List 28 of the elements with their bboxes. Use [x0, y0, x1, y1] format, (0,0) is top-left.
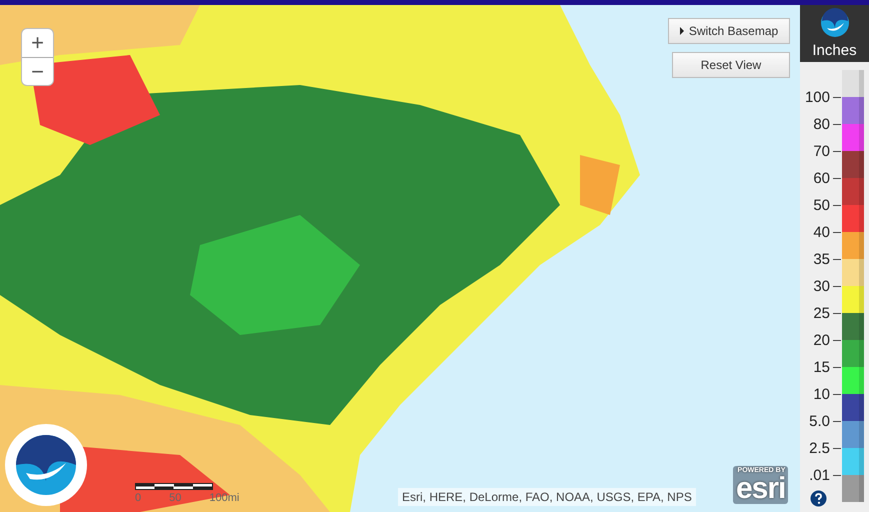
legend-label: 5.0 — [808, 412, 830, 432]
map-attribution: Esri, HERE, DeLorme, FAO, NOAA, USGS, EPA, NPS — [398, 488, 696, 506]
legend-label: 2.5 — [808, 439, 830, 459]
scale-label: 50 — [169, 492, 182, 504]
legend-unit: Inches — [812, 42, 857, 60]
esri-logo: esri — [736, 475, 786, 503]
scale-label: 100mi — [209, 492, 240, 504]
scale-label: 0 — [135, 492, 142, 504]
zoom-in-button[interactable]: + — [22, 29, 53, 57]
noaa-logo-icon — [820, 8, 850, 38]
switch-basemap-button[interactable]: Switch Basemap — [668, 18, 790, 44]
reset-view-button[interactable]: Reset View — [672, 52, 790, 78]
legend-label: 35 — [812, 250, 830, 270]
help-icon[interactable] — [810, 490, 827, 507]
legend-label: 100 — [804, 88, 830, 108]
legend-label: 40 — [812, 223, 830, 243]
legend-label: 25 — [812, 304, 830, 324]
noaa-seal-icon — [4, 423, 88, 507]
legend-label: 80 — [812, 115, 830, 135]
legend-label: .01 — [808, 466, 830, 486]
zoom-out-button[interactable]: − — [22, 57, 53, 85]
legend-label: 15 — [812, 358, 830, 378]
legend-label: 60 — [812, 169, 830, 189]
legend-label: 10 — [812, 385, 830, 405]
legend-label: 30 — [812, 277, 830, 297]
legend-label: 50 — [812, 196, 830, 216]
legend-label: 20 — [812, 331, 830, 351]
legend-label: 70 — [812, 142, 830, 162]
